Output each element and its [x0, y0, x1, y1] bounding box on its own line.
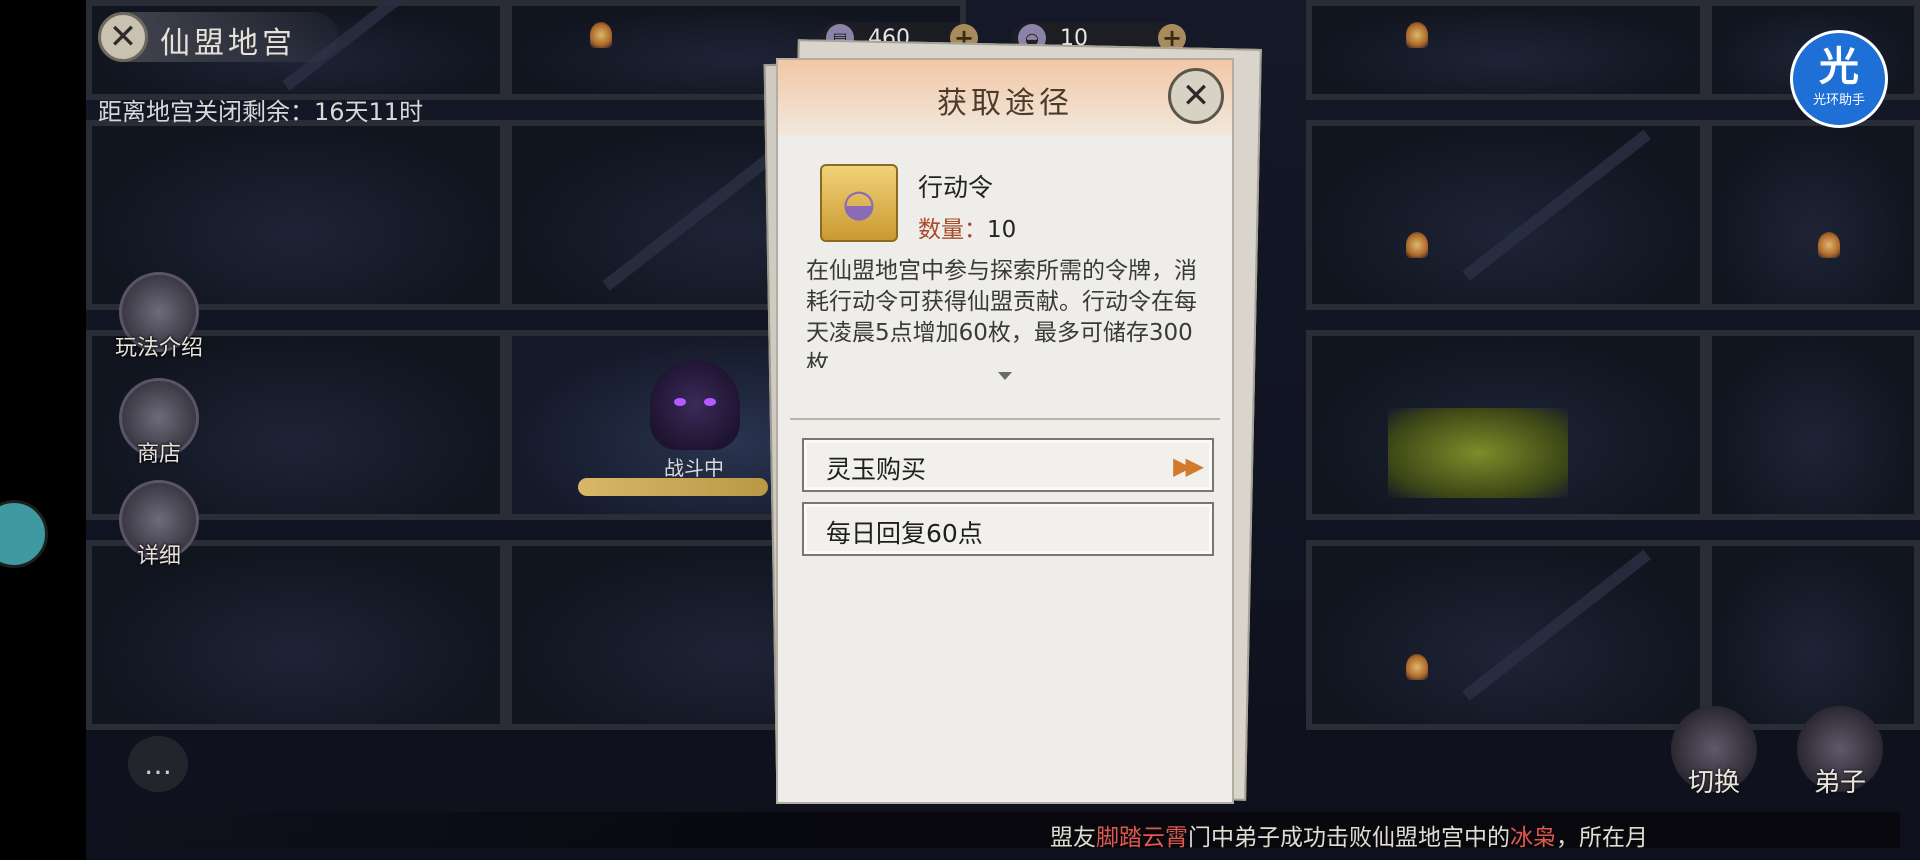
option-label: 每日回复60点	[826, 519, 983, 548]
quantity-label: 数量：	[918, 217, 987, 243]
boss-hp-bar	[578, 478, 768, 496]
exit-button[interactable]: ✕	[98, 12, 148, 62]
ticker-player-name: 脚踏云霄	[1096, 825, 1188, 851]
item-name: 行动令	[918, 173, 994, 202]
item-description[interactable]: 在仙盟地宫中参与探索所需的令牌，消耗行动令可获得仙盟贡献。行动令在每天凌晨5点增…	[806, 256, 1210, 368]
candle-icon	[590, 22, 612, 48]
item-quantity: 数量：10	[918, 210, 1016, 244]
battle-status: 战斗中	[664, 456, 724, 480]
boss-eye	[704, 398, 716, 406]
acquire-dialog: 获取途径 ✕ ◒ 行动令 数量：10 在仙盟地宫中参与探索所需的令牌，消耗行动令…	[776, 58, 1234, 804]
page-title: 仙盟地宫	[160, 26, 296, 61]
ticker-text: 门中弟子成功击败仙盟地宫中的	[1188, 825, 1510, 851]
rules-label: 玩法介绍	[114, 336, 203, 361]
candle-icon	[1406, 654, 1428, 680]
boss-eye	[674, 398, 686, 406]
boss-silhouette[interactable]	[650, 360, 740, 450]
disciple-label: 弟子	[1813, 768, 1866, 798]
room-cell	[1306, 540, 1706, 730]
daily-recovery-option[interactable]: 每日回复60点	[802, 502, 1214, 556]
shop-label: 商店	[136, 442, 181, 467]
option-label: 灵玉购买	[826, 455, 927, 484]
helper-app-logo[interactable]: 光 光环助手	[1790, 30, 1888, 128]
candle-icon	[1818, 232, 1840, 258]
buy-with-jade-button[interactable]: 灵玉购买 ▶▶	[802, 438, 1214, 492]
switch-button[interactable]: 切换	[1664, 706, 1764, 799]
shop-button[interactable]: 商店	[104, 378, 214, 468]
details-button[interactable]: 详细	[104, 480, 214, 570]
helper-logo-text: 光环助手	[1812, 93, 1865, 108]
disciple-button[interactable]: 弟子	[1790, 706, 1890, 799]
ticker-monster-name: 冰枭	[1510, 825, 1556, 851]
room-cell	[1306, 0, 1706, 100]
treasure-room-glow	[1388, 408, 1568, 498]
quantity-value: 10	[987, 217, 1017, 243]
dialog-title: 获取途径	[937, 86, 1073, 121]
dialog-header: 获取途径 ✕	[778, 60, 1232, 136]
close-icon: ✕	[1181, 76, 1211, 116]
room-cell	[1706, 330, 1920, 520]
room-cell	[1706, 540, 1920, 730]
candle-icon	[1406, 22, 1428, 48]
room-cell	[1706, 120, 1920, 310]
divider	[790, 418, 1220, 420]
close-button[interactable]: ✕	[1168, 68, 1224, 124]
token-icon: ◒	[820, 164, 898, 242]
room-cell	[1306, 120, 1706, 310]
chevron-down-icon	[998, 372, 1012, 380]
ticker-text: 盟友	[1050, 825, 1096, 851]
rules-button[interactable]: 玩法介绍	[104, 272, 214, 362]
ticker-text: ，所在月	[1556, 825, 1648, 851]
candle-icon	[1406, 232, 1428, 258]
helper-logo-glyph: 光	[1819, 44, 1859, 90]
close-countdown: 距离地宫关闭剩余：16天11时	[98, 98, 424, 126]
floating-assistant-icon[interactable]	[0, 500, 48, 568]
details-label: 详细	[136, 544, 181, 569]
news-ticker: 盟友脚踏云霄门中弟子成功击败仙盟地宫中的冰枭，所在月	[1050, 818, 1648, 852]
fast-forward-icon: ▶▶	[1173, 452, 1204, 480]
chat-icon: …	[144, 747, 172, 781]
chat-button[interactable]: …	[128, 736, 188, 792]
switch-label: 切换	[1687, 768, 1740, 798]
